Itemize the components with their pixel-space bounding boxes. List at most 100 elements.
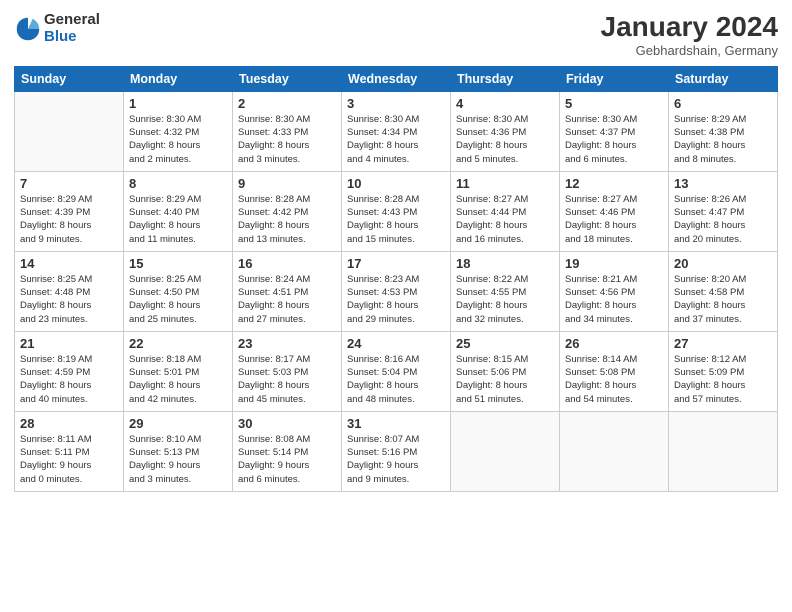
- day-info: Sunrise: 8:27 AM Sunset: 4:44 PM Dayligh…: [456, 193, 554, 246]
- day-number: 7: [20, 176, 118, 191]
- calendar-cell: 31 Sunrise: 8:07 AM Sunset: 5:16 PM Dayli…: [342, 411, 451, 491]
- calendar-header-saturday: Saturday: [669, 66, 778, 91]
- calendar-cell: 23Sunrise: 8:17 AM Sunset: 5:03 PM Dayli…: [233, 331, 342, 411]
- day-number: 14: [20, 256, 118, 271]
- calendar-cell: 13 Sunrise: 8:26 AM Sunset: 4:47 PM Dayli…: [669, 171, 778, 251]
- day-info: Sunrise: 8:30 AM Sunset: 4:33 PM Dayligh…: [238, 113, 336, 166]
- logo-general-text: General: [44, 12, 100, 29]
- day-number: 26: [565, 336, 663, 351]
- page-container: General Blue January 2024 Gebhardshain, …: [0, 0, 792, 612]
- day-info: Sunrise: 8:30 AM Sunset: 4:34 PM Dayligh…: [347, 113, 445, 166]
- day-info: Sunrise: 8:07 AM Sunset: 5:16 PM Dayligh…: [347, 433, 445, 486]
- day-number: 24: [347, 336, 445, 351]
- day-number: 17: [347, 256, 445, 271]
- day-number: 3: [347, 96, 445, 111]
- calendar-cell: 11 Sunrise: 8:27 AM Sunset: 4:44 PM Dayli…: [451, 171, 560, 251]
- day-number: 27: [674, 336, 772, 351]
- calendar-cell: 22Sunrise: 8:18 AM Sunset: 5:01 PM Dayli…: [124, 331, 233, 411]
- calendar-cell: 3 Sunrise: 8:30 AM Sunset: 4:34 PM Daylig…: [342, 91, 451, 171]
- day-number: 21: [20, 336, 118, 351]
- calendar-week-4: 21 Sunrise: 8:19 AM Sunset: 4:59 PM Dayli…: [15, 331, 778, 411]
- day-number: 29: [129, 416, 227, 431]
- calendar-cell: 25 Sunrise: 8:15 AM Sunset: 5:06 PM Dayli…: [451, 331, 560, 411]
- calendar-header-monday: Monday: [124, 66, 233, 91]
- calendar-cell: 20Sunrise: 8:20 AM Sunset: 4:58 PM Dayli…: [669, 251, 778, 331]
- day-number: 31: [347, 416, 445, 431]
- calendar-cell: [15, 91, 124, 171]
- calendar-cell: 21 Sunrise: 8:19 AM Sunset: 4:59 PM Dayli…: [15, 331, 124, 411]
- day-number: 1: [129, 96, 227, 111]
- day-info: Sunrise: 8:30 AM Sunset: 4:32 PM Dayligh…: [129, 113, 227, 166]
- calendar-week-5: 28 Sunrise: 8:11 AM Sunset: 5:11 PM Dayli…: [15, 411, 778, 491]
- day-info: Sunrise: 8:11 AM Sunset: 5:11 PM Dayligh…: [20, 433, 118, 486]
- calendar-cell: 4 Sunrise: 8:30 AM Sunset: 4:36 PM Daylig…: [451, 91, 560, 171]
- day-number: 9: [238, 176, 336, 191]
- day-number: 30: [238, 416, 336, 431]
- day-number: 19: [565, 256, 663, 271]
- day-info: Sunrise: 8:29 AM Sunset: 4:38 PM Dayligh…: [674, 113, 772, 166]
- calendar-header-tuesday: Tuesday: [233, 66, 342, 91]
- day-info: Sunrise: 8:12 AM Sunset: 5:09 PM Dayligh…: [674, 353, 772, 406]
- calendar-cell: [560, 411, 669, 491]
- calendar-cell: 19 Sunrise: 8:21 AM Sunset: 4:56 PM Dayli…: [560, 251, 669, 331]
- day-number: 18: [456, 256, 554, 271]
- logo-text: General Blue: [44, 12, 100, 45]
- calendar-cell: 26 Sunrise: 8:14 AM Sunset: 5:08 PM Dayli…: [560, 331, 669, 411]
- calendar-cell: 6Sunrise: 8:29 AM Sunset: 4:38 PM Daylig…: [669, 91, 778, 171]
- calendar-cell: [451, 411, 560, 491]
- title-area: January 2024 Gebhardshain, Germany: [601, 12, 778, 58]
- day-number: 2: [238, 96, 336, 111]
- day-info: Sunrise: 8:24 AM Sunset: 4:51 PM Dayligh…: [238, 273, 336, 326]
- day-info: Sunrise: 8:30 AM Sunset: 4:36 PM Dayligh…: [456, 113, 554, 166]
- day-info: Sunrise: 8:16 AM Sunset: 5:04 PM Dayligh…: [347, 353, 445, 406]
- calendar-table: SundayMondayTuesdayWednesdayThursdayFrid…: [14, 66, 778, 492]
- month-title: January 2024: [601, 12, 778, 43]
- day-number: 16: [238, 256, 336, 271]
- calendar-cell: 9 Sunrise: 8:28 AM Sunset: 4:42 PM Daylig…: [233, 171, 342, 251]
- day-number: 13: [674, 176, 772, 191]
- day-number: 8: [129, 176, 227, 191]
- calendar-cell: 2 Sunrise: 8:30 AM Sunset: 4:33 PM Daylig…: [233, 91, 342, 171]
- calendar-cell: 16 Sunrise: 8:24 AM Sunset: 4:51 PM Dayli…: [233, 251, 342, 331]
- day-number: 12: [565, 176, 663, 191]
- calendar-cell: 30 Sunrise: 8:08 AM Sunset: 5:14 PM Dayli…: [233, 411, 342, 491]
- calendar-header-sunday: Sunday: [15, 66, 124, 91]
- day-info: Sunrise: 8:28 AM Sunset: 4:42 PM Dayligh…: [238, 193, 336, 246]
- calendar-cell: 29 Sunrise: 8:10 AM Sunset: 5:13 PM Dayli…: [124, 411, 233, 491]
- day-info: Sunrise: 8:25 AM Sunset: 4:50 PM Dayligh…: [129, 273, 227, 326]
- calendar-cell: 10Sunrise: 8:28 AM Sunset: 4:43 PM Dayli…: [342, 171, 451, 251]
- day-number: 11: [456, 176, 554, 191]
- day-info: Sunrise: 8:19 AM Sunset: 4:59 PM Dayligh…: [20, 353, 118, 406]
- calendar-cell: 14 Sunrise: 8:25 AM Sunset: 4:48 PM Dayli…: [15, 251, 124, 331]
- day-info: Sunrise: 8:23 AM Sunset: 4:53 PM Dayligh…: [347, 273, 445, 326]
- logo: General Blue: [14, 12, 100, 45]
- day-info: Sunrise: 8:21 AM Sunset: 4:56 PM Dayligh…: [565, 273, 663, 326]
- day-info: Sunrise: 8:14 AM Sunset: 5:08 PM Dayligh…: [565, 353, 663, 406]
- day-info: Sunrise: 8:25 AM Sunset: 4:48 PM Dayligh…: [20, 273, 118, 326]
- day-number: 28: [20, 416, 118, 431]
- calendar-cell: 18Sunrise: 8:22 AM Sunset: 4:55 PM Dayli…: [451, 251, 560, 331]
- calendar-week-3: 14 Sunrise: 8:25 AM Sunset: 4:48 PM Dayli…: [15, 251, 778, 331]
- calendar-cell: 7 Sunrise: 8:29 AM Sunset: 4:39 PM Daylig…: [15, 171, 124, 251]
- calendar-cell: 8Sunrise: 8:29 AM Sunset: 4:40 PM Daylig…: [124, 171, 233, 251]
- day-info: Sunrise: 8:29 AM Sunset: 4:39 PM Dayligh…: [20, 193, 118, 246]
- day-number: 4: [456, 96, 554, 111]
- calendar-cell: 28 Sunrise: 8:11 AM Sunset: 5:11 PM Dayli…: [15, 411, 124, 491]
- day-info: Sunrise: 8:08 AM Sunset: 5:14 PM Dayligh…: [238, 433, 336, 486]
- calendar-cell: 5Sunrise: 8:30 AM Sunset: 4:37 PM Daylig…: [560, 91, 669, 171]
- calendar-cell: 17 Sunrise: 8:23 AM Sunset: 4:53 PM Dayli…: [342, 251, 451, 331]
- calendar-header-thursday: Thursday: [451, 66, 560, 91]
- calendar-cell: 15Sunrise: 8:25 AM Sunset: 4:50 PM Dayli…: [124, 251, 233, 331]
- day-info: Sunrise: 8:15 AM Sunset: 5:06 PM Dayligh…: [456, 353, 554, 406]
- page-header: General Blue January 2024 Gebhardshain, …: [14, 12, 778, 58]
- day-info: Sunrise: 8:10 AM Sunset: 5:13 PM Dayligh…: [129, 433, 227, 486]
- day-info: Sunrise: 8:20 AM Sunset: 4:58 PM Dayligh…: [674, 273, 772, 326]
- day-number: 23: [238, 336, 336, 351]
- calendar-header-row: SundayMondayTuesdayWednesdayThursdayFrid…: [15, 66, 778, 91]
- day-number: 25: [456, 336, 554, 351]
- calendar-cell: 24 Sunrise: 8:16 AM Sunset: 5:04 PM Dayli…: [342, 331, 451, 411]
- calendar-header-wednesday: Wednesday: [342, 66, 451, 91]
- day-info: Sunrise: 8:30 AM Sunset: 4:37 PM Dayligh…: [565, 113, 663, 166]
- day-info: Sunrise: 8:26 AM Sunset: 4:47 PM Dayligh…: [674, 193, 772, 246]
- logo-blue-text: Blue: [44, 29, 100, 46]
